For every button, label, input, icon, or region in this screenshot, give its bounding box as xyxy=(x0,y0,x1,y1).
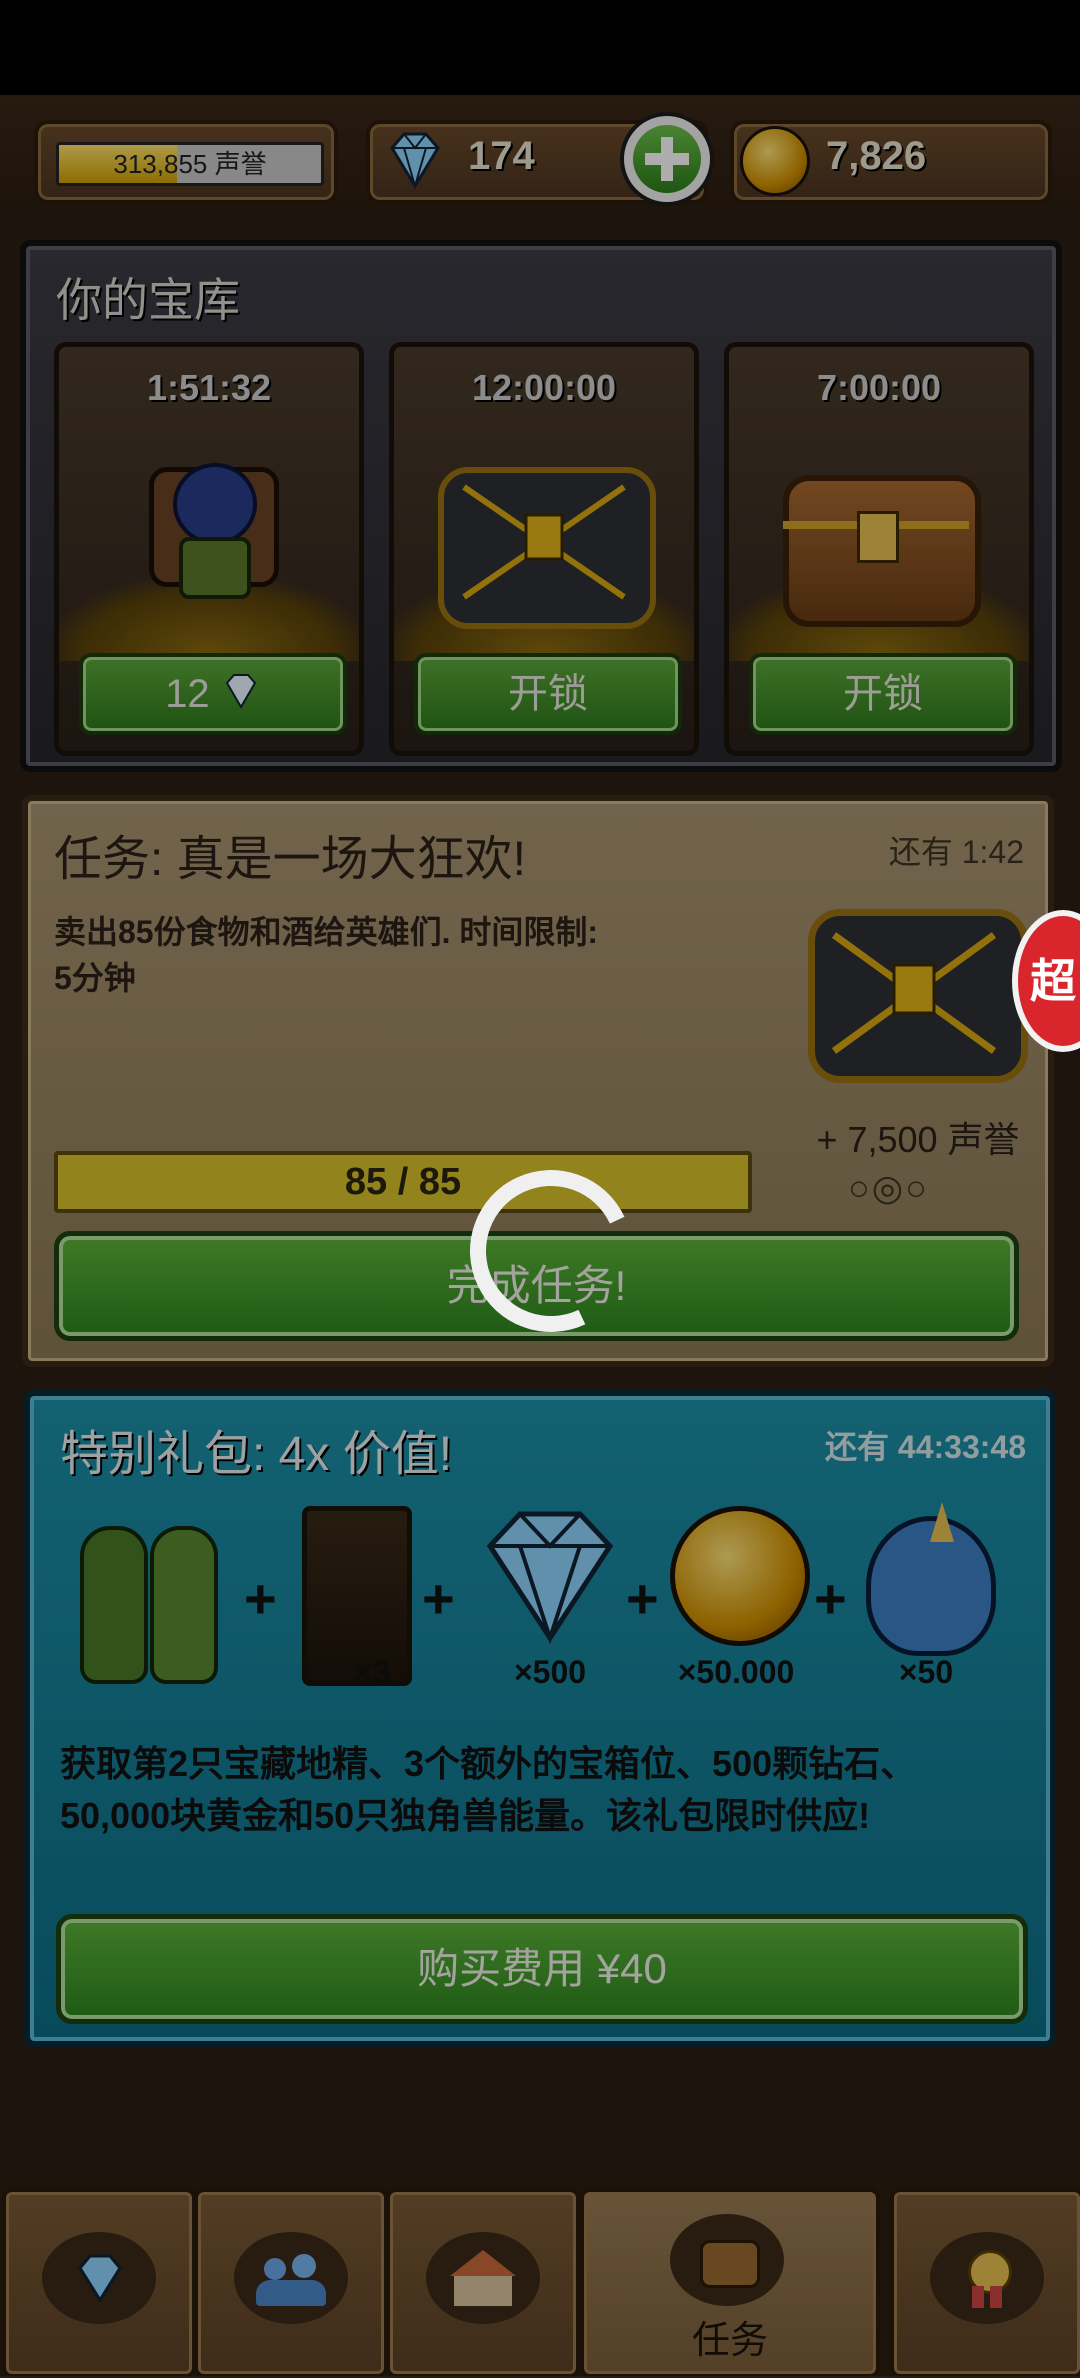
pack-qty-gems: ×500 xyxy=(513,1654,587,1690)
tab-quests-label: 任务 xyxy=(691,2320,768,2362)
pack-description: 获取第2只宝藏地精、3个额外的宝箱位、500颗钻石、50,000块黄金和50只独… xyxy=(60,1743,917,1836)
plus-sign: + xyxy=(244,1567,277,1630)
tab-heroes[interactable] xyxy=(194,2188,388,2378)
slot-timer: 1:51:32 xyxy=(146,367,272,408)
pack-title: 特别礼包: 4x 价值! xyxy=(60,1428,453,1481)
speed-up-cost: 12 xyxy=(165,672,210,716)
quest-description-line-1: 卖出85份食物和酒给英雄们. 时间限制: xyxy=(54,914,599,950)
diamond-icon xyxy=(42,2232,156,2324)
gems-count: 174 xyxy=(468,134,535,178)
pack-qty-slots: ×3 xyxy=(353,1654,391,1690)
reputation-unit: 声誉 xyxy=(214,149,267,179)
unicorn-horn-icon xyxy=(930,1502,954,1542)
quest-progress-text: 85 / 85 xyxy=(344,1161,462,1203)
speed-up-gems-button[interactable]: 12 xyxy=(79,653,347,735)
vault-slot-3[interactable]: 7:00:00 开锁 xyxy=(724,342,1034,756)
quest-description-line-2: 5分钟 xyxy=(54,960,136,996)
slot-timer: 7:00:00 xyxy=(816,367,942,408)
tab-tavern[interactable] xyxy=(386,2188,580,2378)
unlock-button[interactable]: 开锁 xyxy=(749,653,1017,735)
people-icon xyxy=(234,2232,348,2324)
quest-reward: + 7,500 声誉 xyxy=(816,1119,1020,1160)
reputation-progress-bar: 313,855 声誉 xyxy=(56,142,324,186)
gold-panel: 7,826 xyxy=(730,120,1052,204)
diamond-icon xyxy=(382,130,448,195)
add-gems-button[interactable] xyxy=(620,112,714,206)
goblin-chest-icon xyxy=(139,457,279,599)
plus-sign: + xyxy=(626,1567,659,1630)
tab-shop[interactable] xyxy=(2,2188,196,2378)
special-pack-panel: 特别礼包: 4x 价值! 还有 44:33:48 + ×3 + ×500 + ×… xyxy=(24,1390,1056,2047)
quest-progress-bar: 85 / 85 xyxy=(54,1151,752,1213)
buy-pack-button[interactable]: 购买费用 ¥40 xyxy=(56,1914,1028,2024)
gold-coin-icon xyxy=(670,1506,810,1646)
vault-title: 你的宝库 xyxy=(56,274,240,326)
quest-title: 任务: 真是一场大狂欢! xyxy=(54,833,527,886)
tab-achievements[interactable] xyxy=(890,2188,1080,2378)
quest-time-left: 还有 1:42 xyxy=(888,834,1024,870)
status-bar-area xyxy=(0,0,1080,100)
pack-time-left: 还有 44:33:48 xyxy=(825,1429,1026,1465)
pack-qty-unicorns: ×50 xyxy=(898,1654,954,1690)
reputation-text: 313,855 声誉 xyxy=(59,145,321,183)
vault-panel: 你的宝库 1:51:32 12 12:00:00 开锁 7:00:00 开锁 xyxy=(20,240,1062,772)
tab-quests[interactable]: 任务 xyxy=(580,2188,880,2378)
goblin-icon xyxy=(150,1526,218,1684)
plus-icon xyxy=(633,125,701,193)
medal-icon xyxy=(930,2232,1044,2324)
goblin-icon xyxy=(80,1526,148,1684)
iron-chest-icon xyxy=(798,901,1028,1083)
gold-count: 7,826 xyxy=(826,134,927,178)
unlock-button[interactable]: 开锁 xyxy=(414,653,682,735)
gold-coin-icon xyxy=(740,126,810,196)
slot-timer: 12:00:00 xyxy=(471,367,617,408)
plus-sign: + xyxy=(814,1567,847,1630)
plus-sign: + xyxy=(422,1567,455,1630)
pack-qty-gold: ×50.000 xyxy=(677,1654,795,1690)
vault-slot-1[interactable]: 1:51:32 12 xyxy=(54,342,364,756)
iron-chest-icon xyxy=(434,457,656,629)
reputation-panel[interactable]: 313,855 声誉 xyxy=(34,120,338,204)
reputation-value: 313,855 xyxy=(113,149,208,179)
diamond-icon xyxy=(221,659,261,733)
diamond-icon xyxy=(486,1511,614,1645)
quest-description: 卖出85份食物和酒给英雄们. 时间限制: 5分钟 xyxy=(54,909,754,1001)
chest-icon xyxy=(670,2214,784,2306)
house-icon xyxy=(426,2232,540,2324)
vault-slot-2[interactable]: 12:00:00 开锁 xyxy=(389,342,699,756)
quest-tier-indicator: ○◎○ xyxy=(848,1167,929,1208)
side-event-tab-label: 超 xyxy=(1030,955,1076,1007)
wooden-chest-icon xyxy=(779,465,981,627)
